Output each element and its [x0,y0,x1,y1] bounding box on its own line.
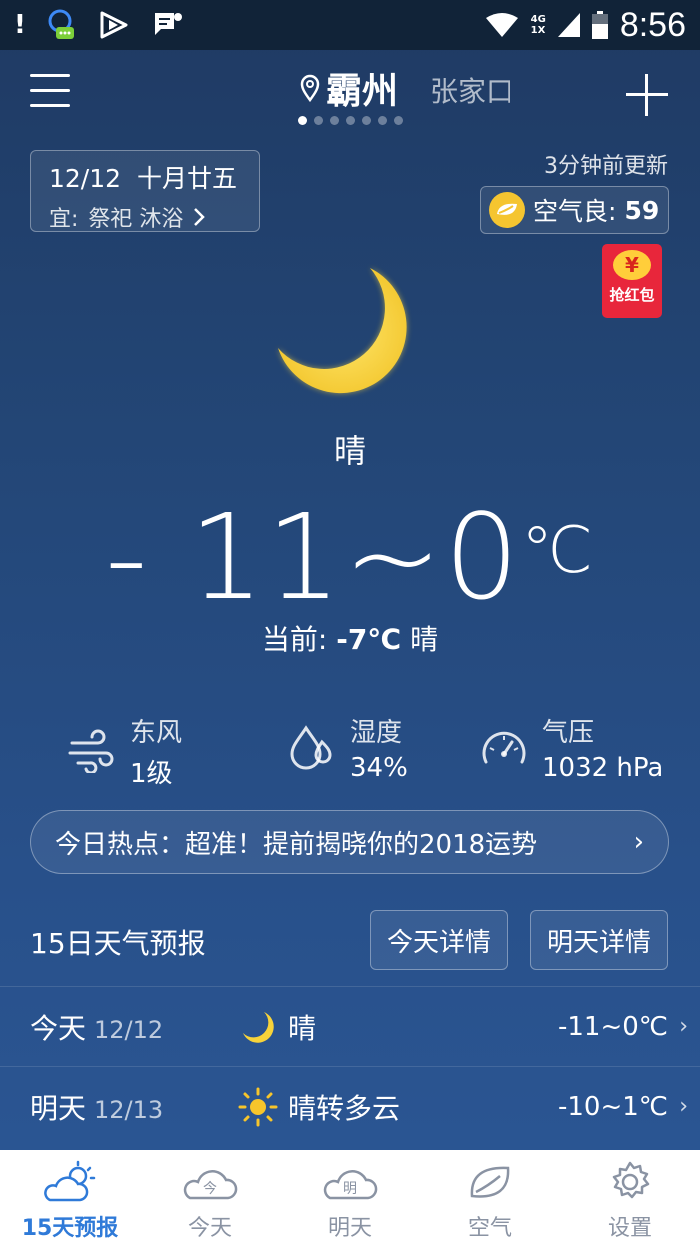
forecast-temp-range: -11~0℃ [558,1011,668,1042]
page-dot [362,116,371,125]
tab-tomorrow[interactable]: 明 明天 [280,1150,420,1244]
moon-icon [278,268,407,394]
yi-items: 祭祀 沐浴 [88,207,184,232]
clock: 8:56 [619,5,686,44]
chevron-right-icon: › [633,827,644,857]
tab-air[interactable]: 空气 [420,1150,560,1244]
forecast-condition: 晴 [288,1011,317,1045]
hot-news-banner[interactable]: 今日热点：超准！提前揭晓你的2018运势 › [30,810,669,874]
battery-icon [591,11,608,39]
page-dot [314,116,323,125]
message-flag-icon [155,13,182,35]
page-dot [298,116,307,125]
svg-text:明: 明 [343,1181,357,1197]
page-dot [378,116,387,125]
wifi-icon [485,13,518,37]
bottom-tab-bar: 15天预报 今 今天 明 明天 空气 设置 [0,1150,700,1244]
update-time: 3分钟前更新 [544,154,668,179]
forecast-temp-range: -10~1℃ [558,1091,668,1122]
gear-icon [612,1161,650,1199]
forecast-row[interactable]: 今天 12/12 晴 -11~0℃ › [0,986,700,1066]
tab-today[interactable]: 今 今天 [140,1150,280,1244]
gauge-icon [482,731,526,763]
coin-icon: ¥ [613,250,651,280]
solar-date: 12/12 [49,164,122,193]
video-play-icon [100,11,128,39]
red-packet-label: 抢红包 [609,286,655,304]
wind-icon [68,729,114,773]
svg-text:今: 今 [203,1181,217,1197]
cloud-sun-icon [44,1160,96,1202]
current-weather: 当前: -7℃ 晴 [261,623,439,656]
aqi-label: 空气良: [533,197,617,226]
location-pin-icon [300,74,320,102]
cloud-tomorrow-icon: 明 [323,1170,378,1200]
weather-condition: 晴 [333,432,366,470]
forecast-day: 明天 [30,1091,87,1125]
cloud-today-icon: 今 [183,1170,238,1200]
moon-icon [243,1012,274,1043]
wind-metric: 东风 1级 [68,712,182,790]
next-city[interactable]: 张家口 [430,70,510,110]
hot-news-text: 今日热点：超准！提前揭晓你的2018运势 [55,829,538,860]
tab-15-day-forecast[interactable]: 15天预报 [0,1150,140,1244]
chevron-right-icon: › [679,1014,688,1039]
chevron-right-icon: › [679,1094,688,1119]
page-dot [394,116,403,125]
aqi-value: 59 [624,195,660,225]
yi-label: 宜: [49,207,79,232]
chat-bot-icon [48,9,74,39]
tomorrow-details-button[interactable]: 明天详情 [530,910,668,970]
weather-metrics: 东风 1级 湿度 34% 气压 1032 hPa [0,712,700,792]
current-temp: -7℃ [336,623,402,656]
forecast-date: 12/12 [94,1015,164,1044]
forecast-day: 今天 [30,1011,87,1045]
lunar-date: 十月廿五 [136,164,237,193]
humidity-metric: 湿度 34% [288,712,408,783]
forecast-title: 15日天气预报 [30,927,206,960]
tab-settings[interactable]: 设置 [560,1150,700,1244]
leaf-badge-icon [489,192,525,228]
page-dot [330,116,339,125]
current-city: 霸州 [326,71,399,112]
sun-icon [238,1087,278,1127]
status-bar: ! 4G 1X 8:56 [0,0,700,50]
city-selector[interactable]: 霸州 [300,62,398,114]
temperature-range: - 11~0℃ [104,488,596,626]
drop-icon [290,724,332,769]
add-city-button[interactable] [626,74,668,116]
top-bar: 霸州 张家口 [0,50,700,140]
notification-alert-icon: ! [14,10,26,40]
leaf-icon [470,1166,510,1198]
chevron-right-icon [194,208,206,226]
today-details-button[interactable]: 今天详情 [370,910,508,970]
air-quality-badge[interactable]: 空气良: 59 [480,186,669,234]
network-type: 4G 1X [530,14,546,36]
forecast-condition: 晴转多云 [288,1091,401,1125]
forecast-row[interactable]: 明天 12/13 晴转多云 -10~1℃ › [0,1066,700,1146]
page-dot [346,116,355,125]
almanac-card[interactable]: 12/12 十月廿五 宜: 祭祀 沐浴 [30,150,260,232]
signal-icon [557,13,580,37]
menu-button[interactable] [30,74,70,110]
red-packet-button[interactable]: ¥ 抢红包 [602,244,662,318]
page-indicator [298,116,403,125]
pressure-metric: 气压 1032 hPa [480,712,663,783]
forecast-date: 12/13 [94,1095,164,1124]
